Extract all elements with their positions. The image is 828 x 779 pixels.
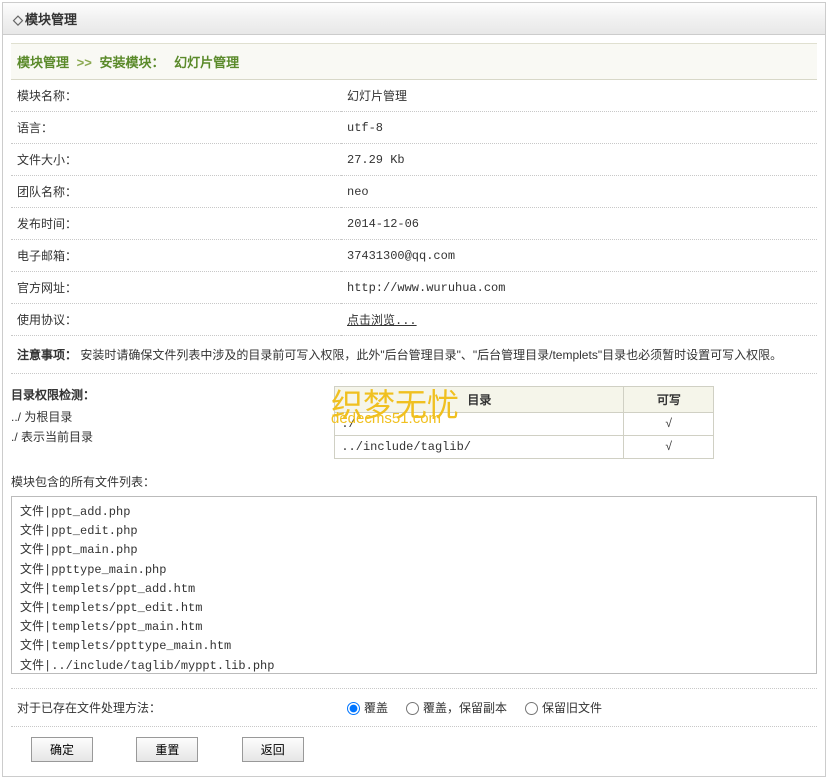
handle-option[interactable]: 保留旧文件	[525, 701, 602, 715]
perm-dir: ../include/taglib/	[335, 436, 624, 459]
breadcrumb-install: 安装模块：	[99, 55, 164, 70]
info-label: 电子邮箱：	[11, 240, 341, 272]
handle-radio[interactable]	[406, 702, 419, 715]
notice-text: 安装时请确保文件列表中涉及的目录前可写入权限，此外"后台管理目录"、"后台管理目…	[77, 348, 782, 362]
license-link[interactable]: 点击浏览...	[347, 314, 417, 328]
info-value: http://www.wuruhua.com	[341, 272, 817, 304]
notice-label: 注意事项：	[17, 348, 77, 362]
file-line: 文件|templets/ppttype_main.htm	[20, 637, 808, 656]
perm-desc1: ../ 为根目录	[11, 407, 331, 427]
info-label: 使用协议：	[11, 304, 341, 336]
info-label: 发布时间：	[11, 208, 341, 240]
file-line: 文件|../include/taglib/myppt.lib.php	[20, 657, 808, 675]
file-line: 文件|templets/ppt_edit.htm	[20, 599, 808, 618]
info-label: 官方网址：	[11, 272, 341, 304]
handle-option[interactable]: 覆盖	[347, 701, 388, 715]
file-line: 文件|ppt_main.php	[20, 541, 808, 560]
info-value: 37431300@qq.com	[341, 240, 817, 272]
file-line: 文件|ppt_add.php	[20, 503, 808, 522]
diamond-icon: ◇	[13, 12, 23, 27]
page-title: 模块管理	[25, 12, 77, 27]
info-value[interactable]: 点击浏览...	[341, 304, 817, 336]
info-value: 幻灯片管理	[341, 80, 817, 112]
info-value: utf-8	[341, 112, 817, 144]
breadcrumb-sep: >>	[77, 55, 92, 70]
files-label: 模块包含的所有文件列表：	[11, 473, 817, 490]
reset-button[interactable]: 重置	[136, 737, 198, 762]
file-line: 文件|templets/ppt_add.htm	[20, 580, 808, 599]
page-title-bar: ◇模块管理	[3, 3, 825, 35]
handle-radio[interactable]	[347, 702, 360, 715]
file-line: 文件|ppt_edit.php	[20, 522, 808, 541]
perm-dir: ./	[335, 413, 624, 436]
breadcrumb-module: 幻灯片管理	[174, 55, 239, 70]
button-row: 确定 重置 返回	[11, 727, 817, 768]
info-label: 语言：	[11, 112, 341, 144]
info-value: neo	[341, 176, 817, 208]
perm-write: √	[624, 413, 714, 436]
info-label: 文件大小：	[11, 144, 341, 176]
perm-write: √	[624, 436, 714, 459]
info-value: 27.29 Kb	[341, 144, 817, 176]
breadcrumb-root[interactable]: 模块管理	[17, 55, 69, 70]
permission-table: 目录 可写 ./√../include/taglib/√	[334, 386, 714, 459]
perm-th-write: 可写	[624, 387, 714, 413]
file-line: 文件|ppttype_main.php	[20, 561, 808, 580]
permission-block: 织梦无忧 dedecms51.com 目录权限检测： ../ 为根目录 ./ 表…	[11, 386, 817, 459]
perm-desc2: ./ 表示当前目录	[11, 427, 331, 447]
handle-label: 对于已存在文件处理方法：	[17, 699, 347, 716]
handle-radio[interactable]	[525, 702, 538, 715]
handle-options: 覆盖 覆盖，保留副本 保留旧文件	[347, 699, 620, 716]
info-label: 模块名称：	[11, 80, 341, 112]
perm-title: 目录权限检测：	[11, 386, 331, 403]
handle-row: 对于已存在文件处理方法： 覆盖 覆盖，保留副本 保留旧文件	[11, 688, 817, 727]
back-button[interactable]: 返回	[242, 737, 304, 762]
module-info-table: 模块名称：幻灯片管理语言：utf-8文件大小：27.29 Kb团队名称：neo发…	[11, 80, 817, 374]
file-line: 文件|templets/ppt_main.htm	[20, 618, 808, 637]
handle-option[interactable]: 覆盖，保留副本	[406, 701, 507, 715]
info-label: 团队名称：	[11, 176, 341, 208]
files-listbox[interactable]: 文件|ppt_add.php文件|ppt_edit.php文件|ppt_main…	[11, 496, 817, 674]
info-value: 2014-12-06	[341, 208, 817, 240]
breadcrumb: 模块管理 >> 安装模块： 幻灯片管理	[11, 43, 817, 80]
ok-button[interactable]: 确定	[31, 737, 93, 762]
perm-th-dir: 目录	[335, 387, 624, 413]
